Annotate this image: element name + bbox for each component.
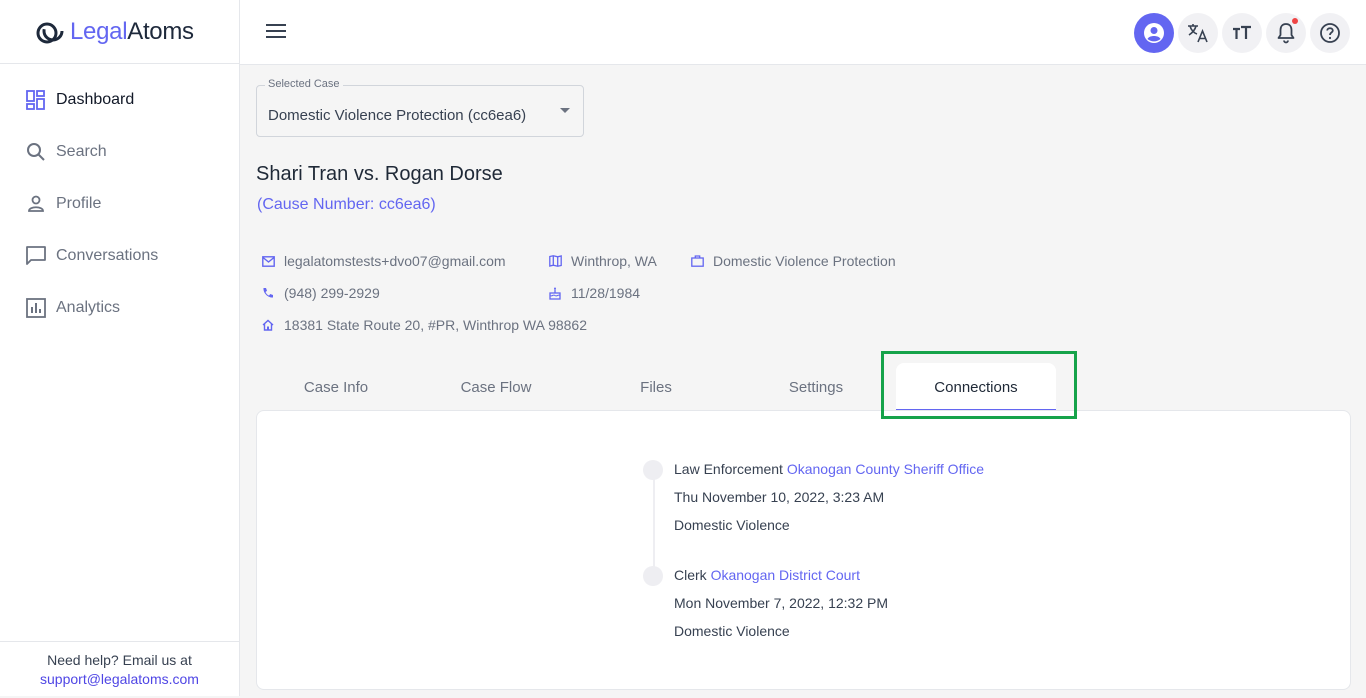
help-text: Need help? Email us at (47, 652, 192, 668)
connection-role: Clerk (674, 567, 707, 583)
connection-org-link[interactable]: Okanogan County Sheriff Office (787, 461, 984, 477)
sidebar-item-search[interactable]: Search (0, 126, 239, 178)
sidebar-item-profile[interactable]: Profile (0, 178, 239, 230)
sidebar: LegalAtoms Dashboard Search Profile Conv… (0, 0, 240, 696)
timeline-dot (643, 566, 663, 586)
case-select[interactable]: Selected Case Domestic Violence Protecti… (256, 78, 584, 137)
translate-button[interactable] (1178, 13, 1218, 53)
mail-icon (261, 254, 275, 268)
case-type: Domestic Violence Protection (690, 253, 896, 269)
support-email-link[interactable]: support@legalatoms.com (0, 671, 239, 687)
sidebar-item-conversations[interactable]: Conversations (0, 230, 239, 282)
case-address-text: 18381 State Route 20, #PR, Winthrop WA 9… (284, 317, 588, 333)
chat-icon (25, 245, 47, 267)
phone-icon (261, 286, 275, 300)
notification-bell-icon (1277, 23, 1295, 44)
case-phone: (948) 299-2929 (261, 285, 380, 301)
home-icon (261, 318, 275, 332)
connection-details: Clerk Okanogan District Court Mon Novemb… (674, 566, 888, 650)
tab-settings[interactable]: Settings (736, 363, 896, 411)
notification-button[interactable] (1266, 13, 1306, 53)
sidebar-item-label: Search (56, 143, 107, 160)
translate-icon (1188, 24, 1208, 43)
text-size-icon (1233, 25, 1251, 39)
sidebar-item-analytics[interactable]: Analytics (0, 282, 239, 334)
search-icon (25, 141, 47, 163)
account-button[interactable] (1134, 13, 1174, 53)
case-address: 18381 State Route 20, #PR, Winthrop WA 9… (261, 317, 587, 333)
connection-org-link[interactable]: Okanogan District Court (711, 567, 860, 583)
logo-text-legal: Legal (70, 17, 128, 45)
person-icon (25, 193, 47, 215)
case-title: Shari Tran vs. Rogan Dorse (256, 163, 503, 185)
connections-highlight (881, 351, 1077, 419)
sidebar-item-label: Conversations (56, 247, 159, 264)
case-email: legalatomstests+dvo07@gmail.com (261, 253, 506, 269)
tab-case-flow[interactable]: Case Flow (416, 363, 576, 411)
sidebar-item-dashboard[interactable]: Dashboard (0, 74, 239, 126)
logo[interactable]: LegalAtoms (0, 0, 239, 64)
case-location-text: Winthrop, WA (571, 253, 657, 269)
analytics-icon (25, 297, 47, 319)
help-footer: Need help? Email us at support@legalatom… (0, 641, 239, 696)
sidebar-item-label: Dashboard (56, 91, 135, 108)
connection-date: Mon November 7, 2022, 12:32 PM (674, 595, 889, 611)
sidebar-item-label: Profile (56, 195, 102, 212)
connection-role: Law Enforcement (674, 461, 783, 477)
tab-files[interactable]: Files (576, 363, 736, 411)
notification-badge (1292, 18, 1298, 24)
case-select-value: Domestic Violence Protection (cc6ea6) (268, 107, 527, 124)
timeline-line (653, 469, 655, 573)
dropdown-arrow-icon (560, 108, 570, 113)
help-button[interactable] (1310, 13, 1350, 53)
connection-date: Thu November 10, 2022, 3:23 AM (674, 489, 885, 505)
case-select-label: Selected Case (265, 78, 343, 90)
briefcase-icon (690, 254, 704, 268)
text-size-button[interactable] (1222, 13, 1262, 53)
menu-icon[interactable] (266, 24, 286, 40)
timeline-dot (643, 460, 663, 480)
logo-text: LegalAtoms (70, 18, 194, 46)
tab-case-info[interactable]: Case Info (256, 363, 416, 411)
case-type-text: Domestic Violence Protection (713, 253, 896, 269)
cause-number: (Cause Number: cc6ea6) (257, 196, 436, 213)
case-dob-text: 11/28/1984 (571, 285, 641, 301)
case-phone-text: (948) 299-2929 (284, 285, 380, 301)
help-icon (1320, 23, 1340, 43)
dashboard-icon (25, 89, 47, 111)
topbar (240, 0, 1366, 65)
case-email-text: legalatomstests+dvo07@gmail.com (284, 253, 506, 269)
case-location: Winthrop, WA (548, 253, 657, 269)
sidebar-item-label: Analytics (56, 299, 121, 316)
account-icon (1144, 23, 1164, 43)
connection-type: Domestic Violence (674, 517, 790, 533)
logo-mark-icon (36, 20, 64, 43)
logo-text-atoms: Atoms (127, 17, 194, 45)
map-icon (548, 254, 562, 268)
connection-details: Law Enforcement Okanogan County Sheriff … (674, 460, 984, 544)
connections-panel: Law Enforcement Okanogan County Sheriff … (256, 410, 1351, 690)
case-dob: 11/28/1984 (548, 285, 640, 301)
top-actions (1134, 13, 1350, 53)
cake-icon (548, 286, 562, 300)
connection-type: Domestic Violence (674, 623, 790, 639)
sidebar-nav: Dashboard Search Profile Conversations A… (0, 64, 239, 334)
